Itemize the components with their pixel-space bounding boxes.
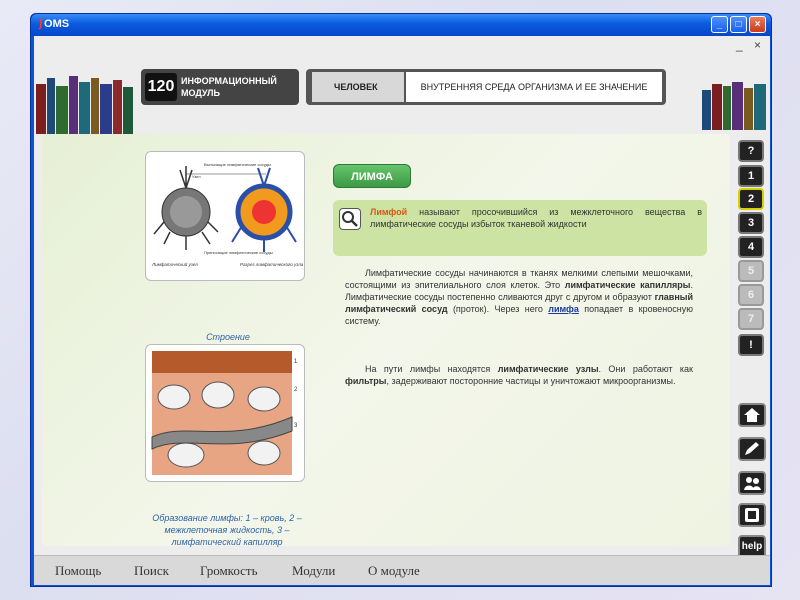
para1-bold-1: лимфатические капилляры [564, 280, 691, 290]
pencil-icon [745, 442, 759, 455]
page-2-button[interactable]: 2 [738, 188, 764, 210]
home-button[interactable] [738, 403, 766, 427]
module-header: 120 ИНФОРМАЦИОННЫЙ МОДУЛЬ [141, 69, 299, 105]
minimize-button[interactable]: _ [711, 16, 728, 33]
film-icon [745, 508, 759, 522]
app-logo-icon: ∫ [39, 18, 43, 30]
page-7-button[interactable]: 7 [738, 308, 764, 330]
lymph-node-figure[interactable]: Выносящие лимфатические сосуды Узел Прин… [145, 151, 305, 281]
module-label: ИНФОРМАЦИОННЫЙ МОДУЛЬ [181, 75, 277, 99]
definition-term: Лимфой [370, 207, 408, 217]
question-nav-button[interactable]: ? [738, 140, 764, 162]
app-title-text: OMS [44, 18, 70, 30]
page-navigation: ? 1 2 3 4 5 6 7 ! [738, 140, 766, 370]
menu-help[interactable]: Помощь [55, 563, 101, 579]
lymph-formation-illustration: 1 2 3 [151, 351, 298, 475]
para2-text-2: . Они работают как [598, 364, 693, 374]
people-icon [744, 477, 761, 490]
module-label-line1: ИНФОРМАЦИОННЫЙ [181, 76, 277, 86]
definition-rest: называют просочившийся из межклеточного … [370, 207, 702, 229]
definition-text: Лимфой называют просочившийся из межклет… [370, 206, 702, 230]
topic-header: ЧЕЛОВЕК ВНУТРЕННЯЯ СРЕДА ОРГАНИЗМА И ЕЕ … [306, 69, 666, 105]
content-stage: Выносящие лимфатические сосуды Узел Прин… [42, 134, 730, 547]
para2-text-1: На пути лимфы находятся [365, 364, 498, 374]
bottom-menu: Помощь Поиск Громкость Модули О модуле [34, 555, 770, 585]
label-cut: Разрез лимфатического узла [240, 262, 304, 267]
fig2-caption: Образование лимфы: 1 – кровь, 2 – межкле… [152, 513, 302, 547]
app-window: ∫ OMS _ □ × _ × 120 ИНФОРМАЦИОННЫЙ МОДУЛ… [30, 13, 772, 587]
module-label-line2: МОДУЛЬ [181, 88, 220, 98]
sub-close-button[interactable]: × [754, 38, 761, 52]
label-incoming: Приносящие лимфатические сосуды [204, 250, 273, 255]
page-5-button[interactable]: 5 [738, 260, 764, 282]
title-bar[interactable]: ∫ OMS _ □ × [31, 14, 771, 36]
subject-label: ЧЕЛОВЕК [312, 72, 404, 102]
menu-volume[interactable]: Громкость [200, 563, 258, 579]
close-button[interactable]: × [749, 16, 766, 33]
para2-bold-2: фильтры [345, 376, 387, 386]
label-outgoing: Выносящие лимфатические сосуды [204, 162, 271, 167]
magnifier-icon [339, 208, 361, 230]
maximize-button[interactable]: □ [730, 16, 747, 33]
bookshelf-left-image [36, 74, 134, 134]
theme-label: ВНУТРЕННЯЯ СРЕДА ОРГАНИЗМА И ЕЕ ЗНАЧЕНИЕ [406, 72, 662, 102]
page-6-button[interactable]: 6 [738, 284, 764, 306]
label-node-name: Лимфатический узел [151, 261, 198, 267]
para2-text-3: , задерживают посторонние частицы и унич… [386, 376, 676, 386]
section-title: ЛИМФА [333, 164, 411, 188]
sub-minimize-button[interactable]: _ [736, 38, 743, 52]
paragraph-2: На пути лимфы находятся лимфатические уз… [345, 363, 693, 387]
app-title: ∫ OMS [39, 18, 69, 30]
home-icon [744, 408, 760, 422]
page-3-button[interactable]: 3 [738, 212, 764, 234]
para2-bold-1: лимфатические узлы [497, 364, 599, 374]
lymph-link[interactable]: лимфа [548, 304, 579, 314]
para1-text-3: (проток). Через него [447, 304, 549, 314]
menu-about[interactable]: О модуле [368, 563, 420, 579]
label-node: Узел [192, 174, 201, 179]
lymph-formation-figure[interactable]: 1 2 3 [145, 344, 305, 482]
bookshelf-right-image [702, 80, 768, 130]
page-1-button[interactable]: 1 [738, 165, 764, 187]
people-button[interactable] [738, 471, 766, 495]
label-1: 1 [294, 359, 298, 365]
tool-buttons: help [738, 403, 768, 573]
definition-box: Лимфой называют просочившийся из межклет… [333, 200, 707, 256]
module-number: 120 [145, 73, 177, 101]
client-area: _ × 120 ИНФОРМАЦИОННЫЙ МОДУЛЬ ЧЕЛОВЕК ВН… [34, 36, 770, 585]
lymph-node-illustration: Выносящие лимфатические сосуды Узел Прин… [151, 162, 304, 267]
paragraph-1: Лимфатические сосуды начинаются в тканях… [345, 267, 693, 327]
exclamation-nav-button[interactable]: ! [738, 334, 764, 356]
menu-modules[interactable]: Модули [292, 563, 335, 579]
edit-button[interactable] [738, 437, 766, 461]
menu-search[interactable]: Поиск [134, 563, 169, 579]
page-4-button[interactable]: 4 [738, 236, 764, 258]
film-button[interactable] [738, 503, 766, 527]
label-2: 2 [294, 387, 298, 393]
label-3: 3 [294, 423, 298, 429]
